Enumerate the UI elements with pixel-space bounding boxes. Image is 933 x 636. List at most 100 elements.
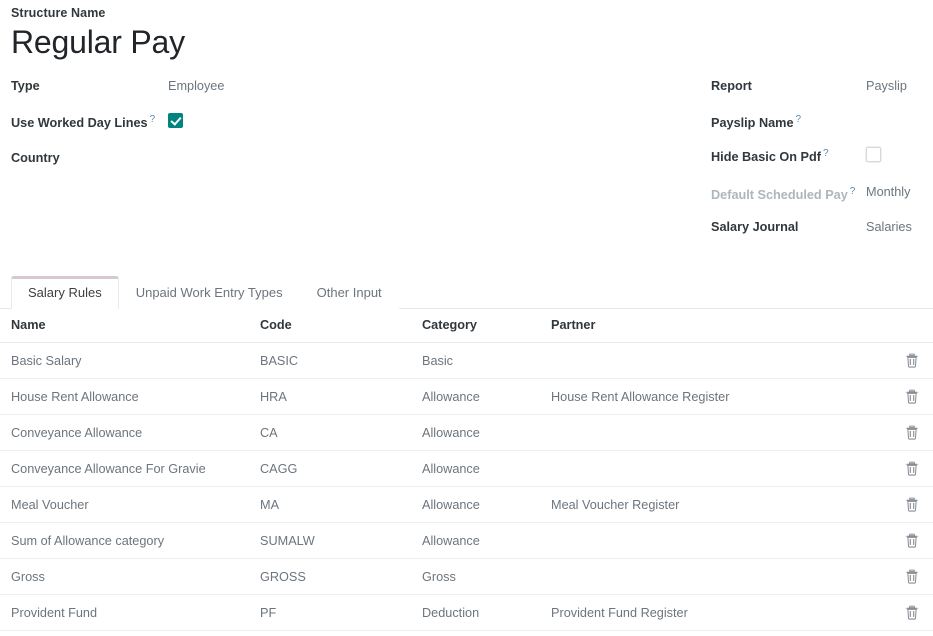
field-value[interactable]: Payslip <box>866 76 933 95</box>
trash-icon[interactable] <box>890 605 933 620</box>
cell-category[interactable]: Gross <box>422 559 551 595</box>
help-question-icon[interactable]: ? <box>850 186 856 197</box>
help-question-icon[interactable]: ? <box>796 114 802 125</box>
cell-actions <box>890 523 933 559</box>
table-row[interactable]: Conveyance AllowanceCAAllowance <box>0 415 933 451</box>
field-label-text: Payslip Name <box>711 116 794 130</box>
table-row[interactable]: Meal VoucherMAAllowanceMeal Voucher Regi… <box>0 487 933 523</box>
column-header-partner: Partner <box>551 309 890 343</box>
column-header-category: Category <box>422 309 551 343</box>
tab-unpaid-work-entry-types[interactable]: Unpaid Work Entry Types <box>119 276 300 310</box>
cell-name[interactable]: Basic Salary <box>0 343 260 379</box>
field-value <box>866 144 933 163</box>
cell-category[interactable]: Allowance <box>422 415 551 451</box>
cell-category[interactable]: Allowance <box>422 487 551 523</box>
field-label-text: Hide Basic On Pdf <box>711 150 821 164</box>
checkbox-unchecked[interactable] <box>866 147 881 162</box>
salary-rules-table-wrap: NameCodeCategoryPartner Basic SalaryBASI… <box>0 309 933 631</box>
cell-code[interactable]: GROSS <box>260 559 422 595</box>
cell-category[interactable]: Allowance <box>422 523 551 559</box>
cell-name[interactable]: Provident Fund <box>0 595 260 631</box>
field-value[interactable] <box>168 148 466 149</box>
checkbox-checked[interactable] <box>168 113 183 128</box>
trash-icon[interactable] <box>890 389 933 404</box>
field-label-text: Salary Journal <box>711 220 798 234</box>
cell-actions <box>890 559 933 595</box>
cell-partner[interactable]: House Rent Allowance Register <box>551 379 890 415</box>
column-header-code: Code <box>260 309 422 343</box>
cell-name[interactable]: Conveyance Allowance <box>0 415 260 451</box>
form-row: Payslip Name? <box>711 110 933 132</box>
cell-code[interactable]: SUMALW <box>260 523 422 559</box>
form-row: Country <box>11 148 466 170</box>
field-value[interactable] <box>866 110 933 111</box>
cell-name[interactable]: Gross <box>0 559 260 595</box>
cell-code[interactable]: CAGG <box>260 451 422 487</box>
trash-icon[interactable] <box>890 461 933 476</box>
cell-code[interactable]: BASIC <box>260 343 422 379</box>
table-row[interactable]: House Rent AllowanceHRAAllowanceHouse Re… <box>0 379 933 415</box>
field-label-text: Use Worked Day Lines <box>11 116 148 130</box>
help-question-icon[interactable]: ? <box>150 114 156 125</box>
cell-category[interactable]: Allowance <box>422 379 551 415</box>
field-label: Hide Basic On Pdf? <box>711 144 866 166</box>
form-column-left: TypeEmployeeUse Worked Day Lines?Country <box>11 76 466 182</box>
table-header: NameCodeCategoryPartner <box>0 309 933 343</box>
cell-actions <box>890 451 933 487</box>
table-body: Basic SalaryBASICBasicHouse Rent Allowan… <box>0 343 933 631</box>
cell-code[interactable]: HRA <box>260 379 422 415</box>
cell-name[interactable]: Sum of Allowance category <box>0 523 260 559</box>
salary-structure-form: Structure Name Regular Pay TypeEmployeeU… <box>0 0 933 636</box>
cell-code[interactable]: CA <box>260 415 422 451</box>
tab-other-input[interactable]: Other Input <box>300 276 399 310</box>
cell-partner[interactable] <box>551 523 890 559</box>
table-row[interactable]: Basic SalaryBASICBasic <box>0 343 933 379</box>
field-label: Use Worked Day Lines? <box>11 110 168 132</box>
trash-icon[interactable] <box>890 533 933 548</box>
field-label-text: Type <box>11 79 40 93</box>
column-header-name: Name <box>0 309 260 343</box>
cell-partner[interactable] <box>551 559 890 595</box>
cell-code[interactable]: PF <box>260 595 422 631</box>
cell-code[interactable]: MA <box>260 487 422 523</box>
form-row: Report Payslip <box>711 76 933 98</box>
tab-list: Salary RulesUnpaid Work Entry TypesOther… <box>0 275 933 309</box>
cell-name[interactable]: Meal Voucher <box>0 487 260 523</box>
table-row[interactable]: Sum of Allowance categorySUMALWAllowance <box>0 523 933 559</box>
cell-name[interactable]: House Rent Allowance <box>0 379 260 415</box>
trash-icon[interactable] <box>890 425 933 440</box>
cell-category[interactable]: Allowance <box>422 451 551 487</box>
cell-name[interactable]: Conveyance Allowance For Gravie <box>0 451 260 487</box>
field-label: Salary Journal <box>711 217 866 236</box>
field-value[interactable]: Monthly <box>866 182 933 201</box>
field-value[interactable]: Employee <box>168 76 466 95</box>
help-question-icon[interactable]: ? <box>823 148 829 159</box>
cell-partner[interactable]: Meal Voucher Register <box>551 487 890 523</box>
cell-partner[interactable] <box>551 343 890 379</box>
field-label: Payslip Name? <box>711 110 866 132</box>
table-row[interactable]: Conveyance Allowance For GravieCAGGAllow… <box>0 451 933 487</box>
field-value[interactable]: Salaries <box>866 217 933 236</box>
form-column-right: ReportPayslipPayslip Name?Hide Basic On … <box>711 76 933 251</box>
tab-salary-rules[interactable]: Salary Rules <box>11 276 119 310</box>
cell-category[interactable]: Basic <box>422 343 551 379</box>
field-label: Country <box>11 148 168 167</box>
page-title[interactable]: Regular Pay <box>11 22 471 62</box>
cell-category[interactable]: Deduction <box>422 595 551 631</box>
trash-icon[interactable] <box>890 569 933 584</box>
trash-icon[interactable] <box>890 353 933 368</box>
cell-actions <box>890 415 933 451</box>
trash-icon[interactable] <box>890 497 933 512</box>
form-row: Salary Journal Salaries <box>711 217 933 239</box>
table-row[interactable]: Provident FundPFDeductionProvident Fund … <box>0 595 933 631</box>
column-header-actions <box>890 309 933 343</box>
notebook-tabs: Salary RulesUnpaid Work Entry TypesOther… <box>0 275 933 309</box>
field-label-text: Report <box>711 79 752 93</box>
cell-partner[interactable] <box>551 415 890 451</box>
form-row: Use Worked Day Lines? <box>11 110 466 132</box>
cell-partner[interactable]: Provident Fund Register <box>551 595 890 631</box>
form-row: Default Scheduled Pay?Monthly <box>711 182 933 204</box>
field-label-text: Country <box>11 151 60 165</box>
table-row[interactable]: GrossGROSSGross <box>0 559 933 595</box>
cell-partner[interactable] <box>551 451 890 487</box>
